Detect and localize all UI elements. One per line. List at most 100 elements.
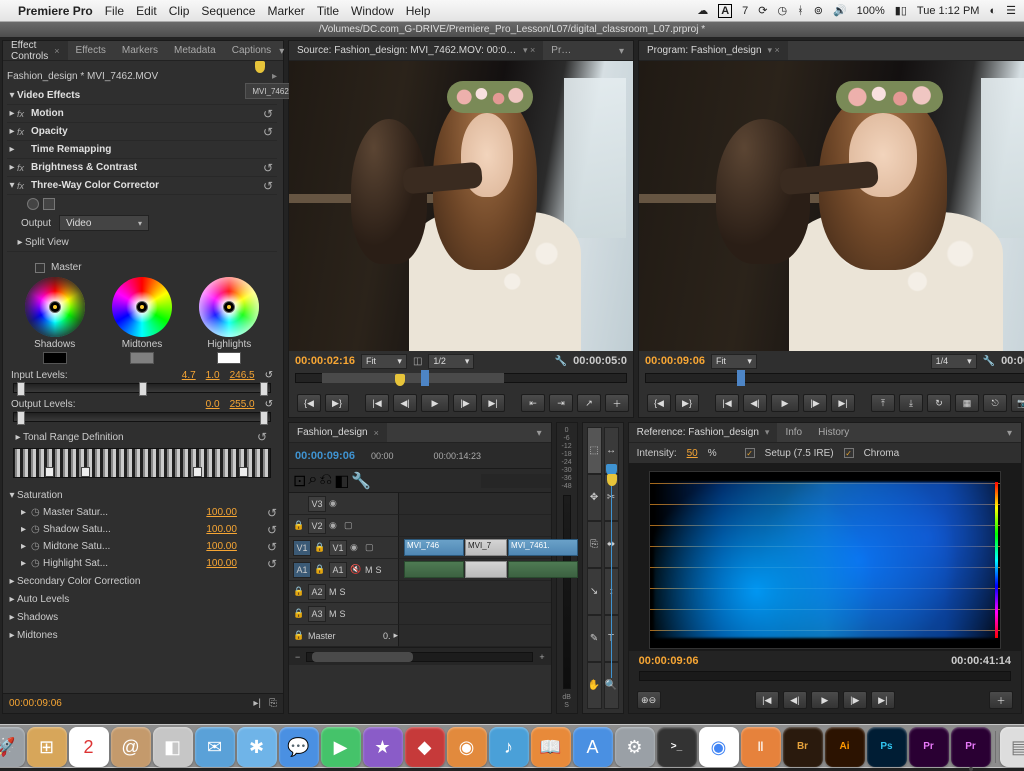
tl-settings-icon[interactable]: 🔧 [351,471,371,491]
tab-reference[interactable]: Reference: Fashion_design▾ [629,423,778,442]
clip-a1-0[interactable] [404,561,464,578]
dock-calendar[interactable]: 2 [69,727,109,767]
battery-icon[interactable]: ▮▯ [895,4,907,17]
playhead[interactable] [611,468,612,678]
source-ruler[interactable] [289,371,633,389]
track-v2-lane[interactable] [399,515,551,537]
setup-checkbox[interactable]: ✓ [745,448,755,458]
fx-opacity[interactable]: Opacity [31,126,263,137]
output-level-0[interactable]: 0.0 [206,399,220,410]
waveform-scope[interactable] [649,471,1001,649]
mark-out-button[interactable]: ▶} [325,394,349,412]
bt-icon[interactable]: ᚼ [797,5,804,17]
insert-button[interactable]: ⇤ [521,394,545,412]
spotlight-icon[interactable]: ☰ [1006,4,1016,17]
saturation-header[interactable]: Saturation [17,490,277,501]
track-v1-header[interactable]: V1 [329,540,347,556]
go-out-button[interactable]: ▶| [871,691,895,709]
tool-rate[interactable]: ↘ [587,568,602,615]
tab-source[interactable]: Source: Fashion_design: MVI_7462.MOV: 00… [289,41,543,60]
adobe-icon[interactable]: A [718,4,732,18]
step-back-button[interactable]: ◀| [393,394,417,412]
clip-v1-1[interactable]: MVI_7 [465,539,507,556]
clip-a1-2[interactable] [508,561,578,578]
play-button[interactable]: ▶ [421,394,449,412]
overwrite-button[interactable]: ⇥ [549,394,573,412]
dock-facetime[interactable]: ▶ [321,727,361,767]
tab-timeline-seq[interactable]: Fashion_design× [289,423,387,442]
menu-title[interactable]: Title [317,4,339,18]
step-back-button[interactable]: ◀| [783,691,807,709]
tool-ripple[interactable]: ✥ [587,474,602,521]
reset-icon[interactable]: ↺ [265,370,273,381]
track-master-header[interactable]: Master [308,631,336,641]
tonal-range-def[interactable]: Tonal Range Definition [23,432,257,443]
track-a3-lane[interactable] [399,603,551,625]
tab-effect-controls[interactable]: Effect Controls× [3,41,68,60]
mark-out-button[interactable]: ▶} [675,394,699,412]
tab-metadata[interactable]: Metadata [166,41,224,60]
ref-ruler[interactable] [639,671,1011,681]
extract-button[interactable]: ⤓ [899,394,923,412]
tonal-strip[interactable] [13,448,271,478]
fx-motion[interactable]: Motion [31,108,263,119]
mask-ellipse-icon[interactable] [27,198,39,210]
source-res-select[interactable]: 1/2▾ [428,354,474,369]
tool-slip[interactable]: ⎘ [587,521,602,568]
out-button[interactable]: ⎋ [983,394,1007,412]
clip-v1-2[interactable]: MVI_7461. [508,539,578,556]
go-in-button[interactable]: |◀ [755,691,779,709]
add-button[interactable]: ＋ [605,394,629,412]
track-a1-lane[interactable] [399,559,551,581]
go-out-button[interactable]: ▶| [831,394,855,412]
dock-chrome[interactable]: ◉ [699,727,739,767]
export-frame-button[interactable]: ↗ [577,394,601,412]
mask-rect-icon[interactable] [43,198,55,210]
tab-pri[interactable]: Pr… [543,41,579,60]
program-ruler[interactable] [639,371,1024,389]
fx-time-remap[interactable]: Time Remapping [31,144,277,155]
menu-help[interactable]: Help [406,4,431,18]
fx-3way-color[interactable]: Three-Way Color Corrector [31,180,263,191]
dock-app3[interactable]: ◧ [153,727,193,767]
input-level-2[interactable]: 246.5 [230,370,255,381]
tool-pen[interactable]: ✎ [587,615,602,662]
go-in-button[interactable]: |◀ [365,394,389,412]
mark-in-button[interactable]: {◀ [297,394,321,412]
program-res-select[interactable]: 1/4▾ [931,354,977,369]
tab-markers[interactable]: Markers [114,41,166,60]
play-icon[interactable]: ▸ [272,71,277,82]
dock-launchpad[interactable]: 🚀 [0,727,25,767]
app-name[interactable]: Premiere Pro [18,4,93,18]
program-tc-left[interactable]: 00:00:09:06 [645,355,705,367]
highlights-swatch[interactable] [217,352,241,364]
track-v1-lane[interactable]: MVI_746 MVI_7 MVI_7461. [399,537,551,559]
keyframe-icon[interactable]: ▸| [253,698,261,709]
track-a2-header[interactable]: A2 [308,584,326,600]
panel-menu-icon[interactable]: ▾ [537,428,547,438]
track-a2-lane[interactable] [399,581,551,603]
tab-effects[interactable]: Effects [68,41,114,60]
panel-menu-icon[interactable]: ▾ [1007,428,1017,438]
output-levels-slider[interactable] [13,412,271,422]
dock-app6[interactable]: || [741,727,781,767]
go-out-button[interactable]: ▶| [481,394,505,412]
track-a1-header[interactable]: A1 [329,562,347,578]
add-button[interactable]: ＋ [989,691,1013,709]
marker-icon[interactable] [255,61,265,73]
track-a3-header[interactable]: A3 [308,606,326,622]
vol-icon[interactable]: 🔊 [833,4,847,17]
dock-safari[interactable]: ✱ [237,727,277,767]
ec-footer-tc[interactable]: 00:00:09:06 [9,698,62,709]
timeline-hscroll[interactable] [306,652,533,662]
track-v2-header[interactable]: V2 [308,518,326,534]
dock-app4[interactable]: ★ [363,727,403,767]
midtones-wheel[interactable] [112,277,172,337]
timeline-tc[interactable]: 00:00:09:06 [295,450,355,462]
highlights-wheel[interactable] [199,277,259,337]
clock-text[interactable]: Tue 1:12 PM [917,5,980,17]
cc-icon[interactable]: ☁ [697,4,708,17]
sync-icon[interactable]: ⟳ [758,4,767,17]
dock-contacts[interactable]: @ [111,727,151,767]
output-level-1[interactable]: 255.0 [230,399,255,410]
